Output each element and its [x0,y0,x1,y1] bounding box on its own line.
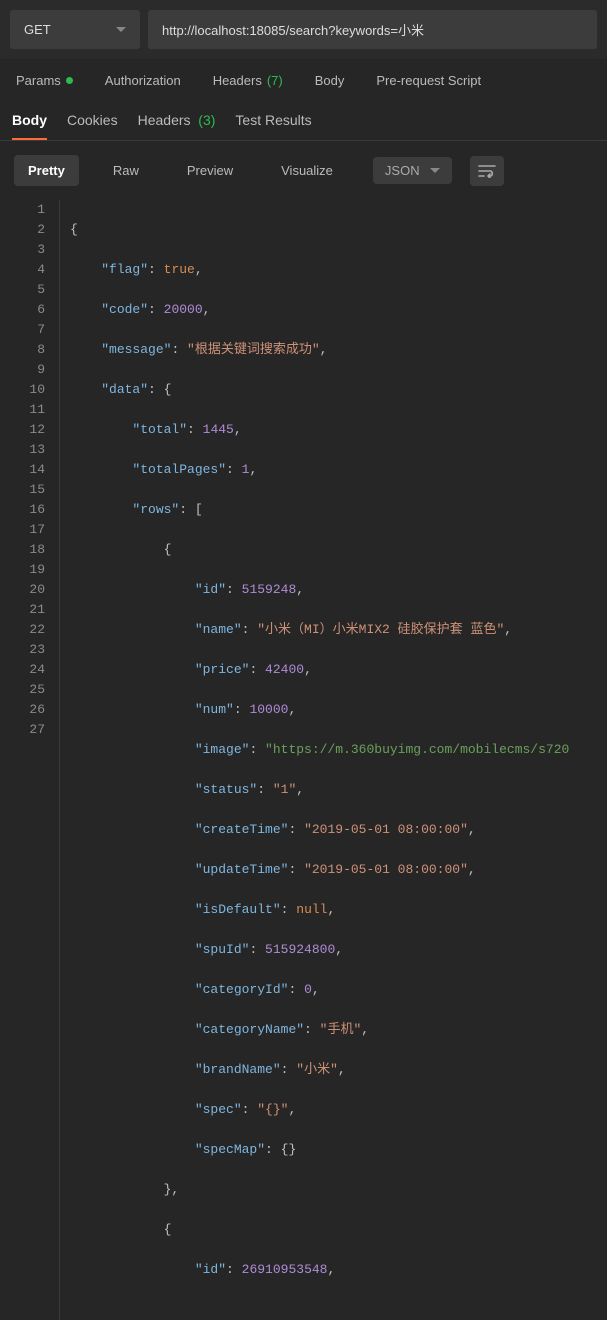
tab-body[interactable]: Body [315,73,345,88]
line-gutter: 1234567891011121314151617181920212223242… [0,200,60,1320]
wrap-line-button[interactable] [470,156,504,186]
method-value: GET [24,22,51,37]
view-pretty[interactable]: Pretty [14,155,79,186]
resp-tab-headers[interactable]: Headers (3) [138,112,216,140]
code-lines: { "flag": true, "code": 20000, "message"… [60,200,607,1320]
method-select[interactable]: GET [10,10,140,49]
view-preview[interactable]: Preview [173,155,247,186]
view-raw[interactable]: Raw [99,155,153,186]
resp-headers-count: (3) [198,112,215,128]
chevron-down-icon [116,27,126,32]
resp-tab-body[interactable]: Body [12,112,47,140]
tab-headers[interactable]: Headers (7) [213,73,283,88]
view-visualize[interactable]: Visualize [267,155,347,186]
url-input[interactable]: http://localhost:18085/search?keywords=小… [148,10,597,49]
tab-prerequest[interactable]: Pre-request Script [376,73,481,88]
chevron-down-icon [430,168,440,173]
tab-params[interactable]: Params [16,73,73,88]
resp-tab-cookies[interactable]: Cookies [67,112,118,140]
resp-tab-testresults[interactable]: Test Results [235,112,311,140]
url-value: http://localhost:18085/search?keywords=小… [162,20,424,39]
response-body[interactable]: 1234567891011121314151617181920212223242… [0,200,607,1320]
view-mode-row: Pretty Raw Preview Visualize JSON [0,141,607,200]
params-dot-icon [66,77,73,84]
request-tabs: Params Authorization Headers (7) Body Pr… [0,59,607,88]
format-select[interactable]: JSON [373,157,452,184]
tab-authorization[interactable]: Authorization [105,73,181,88]
wrap-icon [478,164,496,178]
response-tabs: Body Cookies Headers (3) Test Results [0,94,607,141]
headers-count: (7) [267,73,283,88]
